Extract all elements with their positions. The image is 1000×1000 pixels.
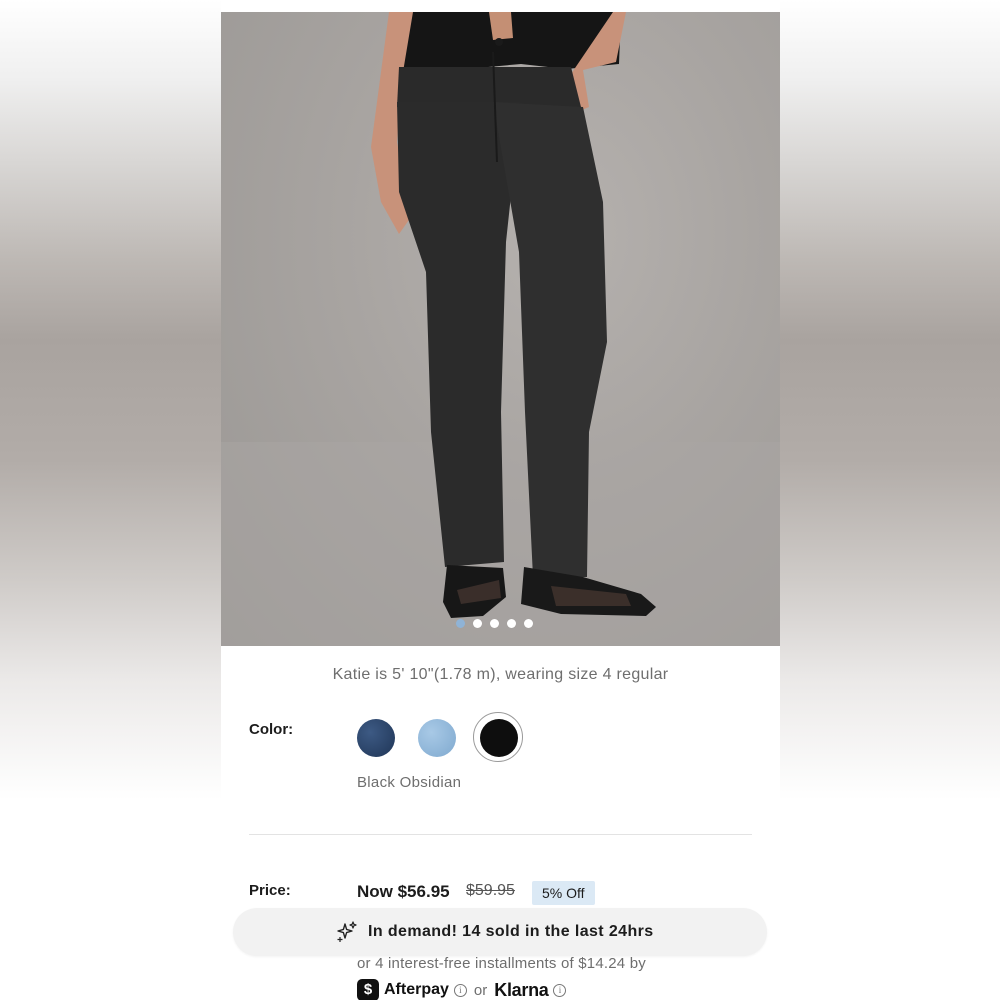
current-price: Now $56.95 — [357, 882, 450, 901]
klarna-link[interactable]: Klarna — [494, 980, 549, 1000]
color-label: Color: — [249, 721, 294, 738]
afterpay-logo-icon: $ — [357, 979, 379, 1000]
carousel-dot[interactable] — [524, 619, 533, 628]
discount-badge: 5% Off — [532, 881, 595, 905]
installments-text: or 4 interest-free installments of $14.2… — [357, 955, 646, 972]
selected-color-name: Black Obsidian — [357, 774, 462, 791]
carousel-dot[interactable] — [456, 619, 465, 628]
afterpay-link[interactable]: Afterpay — [384, 981, 449, 999]
model-illustration — [221, 12, 780, 646]
klarna-info-icon[interactable]: i — [553, 983, 567, 997]
divider — [249, 834, 752, 835]
color-swatch-dark-blue[interactable] — [357, 719, 395, 757]
afterpay-info-icon[interactable]: i — [453, 983, 467, 997]
or-separator: or — [473, 981, 488, 999]
carousel-dot[interactable] — [473, 619, 482, 628]
carousel-dot[interactable] — [507, 619, 516, 628]
product-image[interactable] — [221, 12, 780, 646]
original-price: $59.95 — [466, 882, 515, 899]
color-swatch-black-obsidian[interactable] — [480, 719, 518, 757]
demand-text: In demand! 14 sold in the last 24hrs — [368, 923, 654, 940]
carousel-dots — [456, 619, 533, 628]
color-swatch-light-blue[interactable] — [418, 719, 456, 757]
carousel-dot[interactable] — [490, 619, 499, 628]
sparkle-icon — [337, 921, 357, 942]
model-size-caption: Katie is 5' 10"(1.78 m), wearing size 4 … — [332, 666, 669, 683]
demand-banner: In demand! 14 sold in the last 24hrs — [233, 908, 767, 956]
payment-options: $ Afterpay i or Klarna i — [357, 979, 567, 1000]
product-panel: Katie is 5' 10"(1.78 m), wearing size 4 … — [221, 0, 780, 1000]
price-label: Price: — [249, 882, 291, 899]
